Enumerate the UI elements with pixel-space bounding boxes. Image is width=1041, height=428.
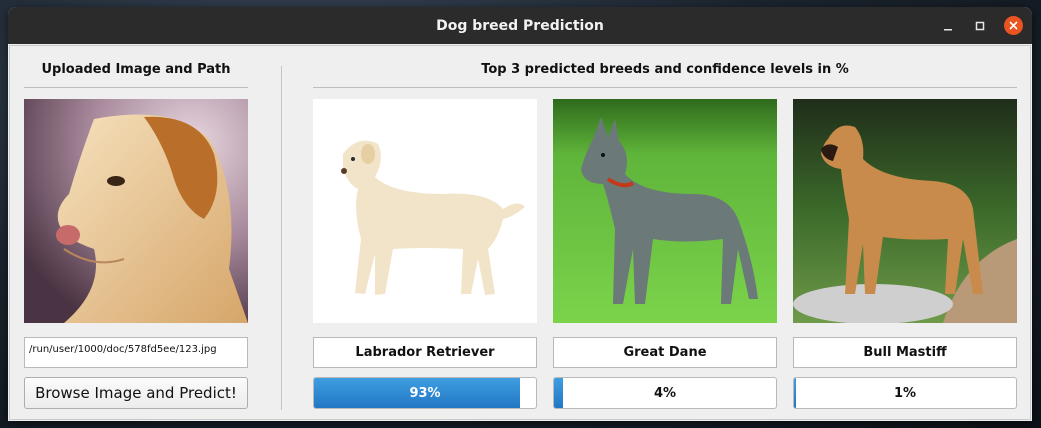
divider — [24, 87, 248, 88]
prediction-3-confidence-label: 1% — [893, 385, 917, 401]
app-window: Dog breed Prediction Uploaded Image and … — [8, 7, 1032, 421]
panel-separator — [281, 66, 282, 410]
prediction-3-confidence-bar: 1% — [793, 377, 1017, 409]
prediction-1-confidence-label: 93% — [409, 385, 441, 401]
divider — [313, 87, 1017, 88]
prediction-2-confidence-label: 4% — [653, 385, 677, 401]
content-frame: Uploaded Image and Path /run/user/1000/d… — [9, 45, 1031, 420]
image-path-field[interactable]: /run/user/1000/doc/578fd5ee/123.jpg — [24, 337, 248, 368]
prediction-1-confidence-bar: 93% — [313, 377, 537, 409]
window-title: Dog breed Prediction — [436, 17, 604, 34]
maximize-button[interactable] — [970, 7, 990, 44]
prediction-2-image — [553, 99, 777, 323]
title-bar[interactable]: Dog breed Prediction — [8, 7, 1032, 44]
client-area: Uploaded Image and Path /run/user/1000/d… — [8, 44, 1032, 421]
prediction-2-breed: Great Dane — [553, 337, 777, 368]
prediction-3-image — [793, 99, 1017, 323]
close-icon — [1008, 21, 1018, 30]
predictions-heading: Top 3 predicted breeds and confidence le… — [481, 62, 849, 77]
close-button[interactable] — [1003, 7, 1023, 44]
prediction-3-breed: Bull Mastiff — [793, 337, 1017, 368]
browse-predict-button[interactable]: Browse Image and Predict! — [24, 377, 248, 409]
prediction-1-image — [313, 99, 537, 323]
minimize-icon — [944, 28, 952, 30]
prediction-2-confidence-bar: 4% — [553, 377, 777, 409]
uploaded-dog-image — [24, 99, 248, 323]
minimize-button[interactable] — [938, 7, 958, 44]
prediction-1-breed: Labrador Retriever — [313, 337, 537, 368]
maximize-icon — [975, 21, 985, 30]
uploaded-image-heading: Uploaded Image and Path — [41, 62, 231, 77]
